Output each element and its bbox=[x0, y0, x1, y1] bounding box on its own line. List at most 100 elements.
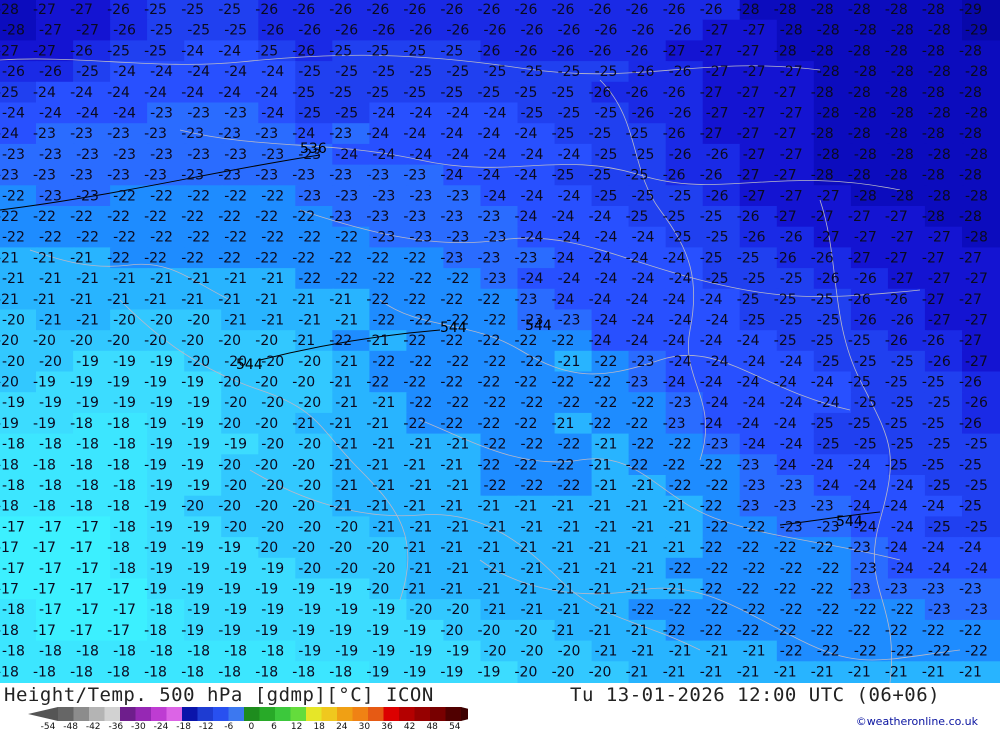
temp-label: -27 bbox=[774, 209, 797, 225]
temp-label: -21 bbox=[589, 457, 612, 473]
scale-label: 54 bbox=[449, 722, 461, 732]
temp-label: -22 bbox=[187, 230, 210, 246]
temp-label: -24 bbox=[595, 271, 618, 287]
temp-label: -28 bbox=[774, 2, 797, 18]
temp-label: -22 bbox=[811, 540, 834, 556]
temp-label: -27 bbox=[811, 209, 834, 225]
temp-label: -25 bbox=[774, 292, 797, 308]
temp-label: -24 bbox=[255, 85, 278, 101]
temp-label: -26 bbox=[446, 23, 469, 39]
credit-link[interactable]: ©weatheronline.co.uk bbox=[856, 715, 978, 728]
temperature-map: -28 -27 -27 -26 -25 -25 -25 -26 -26 -26 -26 -26 -26 -… bbox=[0, 0, 1000, 683]
temp-label: -28 bbox=[737, 2, 760, 18]
temp-label: -26 bbox=[891, 313, 914, 329]
temp-label: -21 bbox=[33, 250, 56, 266]
temp-label: -26 bbox=[959, 375, 982, 391]
temp-label: -24 bbox=[218, 43, 241, 59]
temp-label: -27 bbox=[743, 147, 766, 163]
temp-label: -19 bbox=[218, 540, 241, 556]
temp-label: -26 bbox=[589, 2, 612, 18]
temp-label: -20 bbox=[0, 333, 19, 349]
temp-label: -19 bbox=[335, 602, 358, 618]
temp-label: -21 bbox=[335, 313, 358, 329]
temp-label: -23 bbox=[33, 126, 56, 142]
temp-label: -25 bbox=[521, 106, 544, 122]
temp-label: -23 bbox=[150, 147, 173, 163]
temp-label: -24 bbox=[922, 540, 945, 556]
scale-label: -30 bbox=[131, 722, 146, 732]
temp-label: -25 bbox=[440, 85, 463, 101]
temp-label: -27 bbox=[737, 43, 760, 59]
temp-label: -24 bbox=[811, 457, 834, 473]
temp-label: -18 bbox=[255, 664, 278, 680]
temp-label: -19 bbox=[144, 582, 167, 598]
temp-label: -22 bbox=[329, 333, 352, 349]
temp-label: -18 bbox=[187, 644, 210, 660]
temp-label: -17 bbox=[76, 602, 99, 618]
temp-label: -27 bbox=[743, 64, 766, 80]
temp-label: -18 bbox=[0, 457, 19, 473]
temp-label: -19 bbox=[218, 582, 241, 598]
temp-label: -24 bbox=[891, 519, 914, 535]
temp-label: -23 bbox=[218, 168, 241, 184]
temp-label: -27 bbox=[848, 209, 871, 225]
temp-label: -23 bbox=[0, 168, 19, 184]
temp-label: -19 bbox=[113, 395, 136, 411]
temp-label: -24 bbox=[558, 188, 581, 204]
temp-label: -19 bbox=[150, 354, 173, 370]
temp-label: -23 bbox=[329, 168, 352, 184]
temp-label: -22 bbox=[181, 250, 204, 266]
temp-label: -21 bbox=[218, 292, 241, 308]
temp-label: -24 bbox=[706, 313, 729, 329]
temp-label: -22 bbox=[298, 230, 321, 246]
scale-label: 12 bbox=[290, 722, 303, 732]
temp-label: -25 bbox=[817, 354, 840, 370]
temp-label: -23 bbox=[107, 168, 130, 184]
temp-label: -22 bbox=[484, 313, 507, 329]
temp-label: -22 bbox=[478, 375, 501, 391]
temp-label: -24 bbox=[440, 168, 463, 184]
height-contour-label: 544 bbox=[525, 318, 552, 334]
temp-label: -24 bbox=[33, 85, 56, 101]
temp-label: -25 bbox=[484, 64, 507, 80]
temp-label: -18 bbox=[76, 478, 99, 494]
temp-label: -22 bbox=[774, 582, 797, 598]
temp-label: -19 bbox=[150, 519, 173, 535]
temp-label: -22 bbox=[811, 623, 834, 639]
scale-label: 48 bbox=[426, 722, 438, 732]
scale-label: -18 bbox=[176, 722, 191, 732]
temp-label: -24 bbox=[737, 375, 760, 391]
temp-label: -28 bbox=[848, 2, 871, 18]
temp-label: -18 bbox=[218, 664, 241, 680]
temp-label: -21 bbox=[224, 271, 247, 287]
temp-label: -22 bbox=[521, 395, 544, 411]
temp-label: -26 bbox=[959, 416, 982, 432]
temp-label: -24 bbox=[780, 395, 803, 411]
temp-label: -20 bbox=[261, 437, 284, 453]
temp-label: -19 bbox=[181, 623, 204, 639]
temp-label: -18 bbox=[144, 664, 167, 680]
temp-label: -26 bbox=[589, 85, 612, 101]
temp-label: -21 bbox=[737, 664, 760, 680]
temp-label: -26 bbox=[632, 106, 655, 122]
temp-label: -24 bbox=[780, 354, 803, 370]
temp-label: -24 bbox=[589, 209, 612, 225]
temp-label: -28 bbox=[811, 85, 834, 101]
temp-label: -24 bbox=[181, 85, 204, 101]
temp-label: -25 bbox=[478, 85, 501, 101]
temp-label: -23 bbox=[255, 126, 278, 142]
temp-label: -21 bbox=[632, 644, 655, 660]
temp-label: -21 bbox=[743, 644, 766, 660]
temp-label: -25 bbox=[811, 292, 834, 308]
temp-label: -24 bbox=[965, 561, 988, 577]
scale-label: -24 bbox=[153, 722, 169, 732]
temp-label: -27 bbox=[774, 168, 797, 184]
temp-label: -24 bbox=[372, 147, 395, 163]
temp-label: -22 bbox=[737, 540, 760, 556]
temp-label: -26 bbox=[626, 43, 649, 59]
temp-label: -22 bbox=[626, 416, 649, 432]
temp-label: -23 bbox=[737, 457, 760, 473]
temp-label: -21 bbox=[632, 519, 655, 535]
temp-label: -18 bbox=[150, 644, 173, 660]
temp-label: -24 bbox=[632, 313, 655, 329]
